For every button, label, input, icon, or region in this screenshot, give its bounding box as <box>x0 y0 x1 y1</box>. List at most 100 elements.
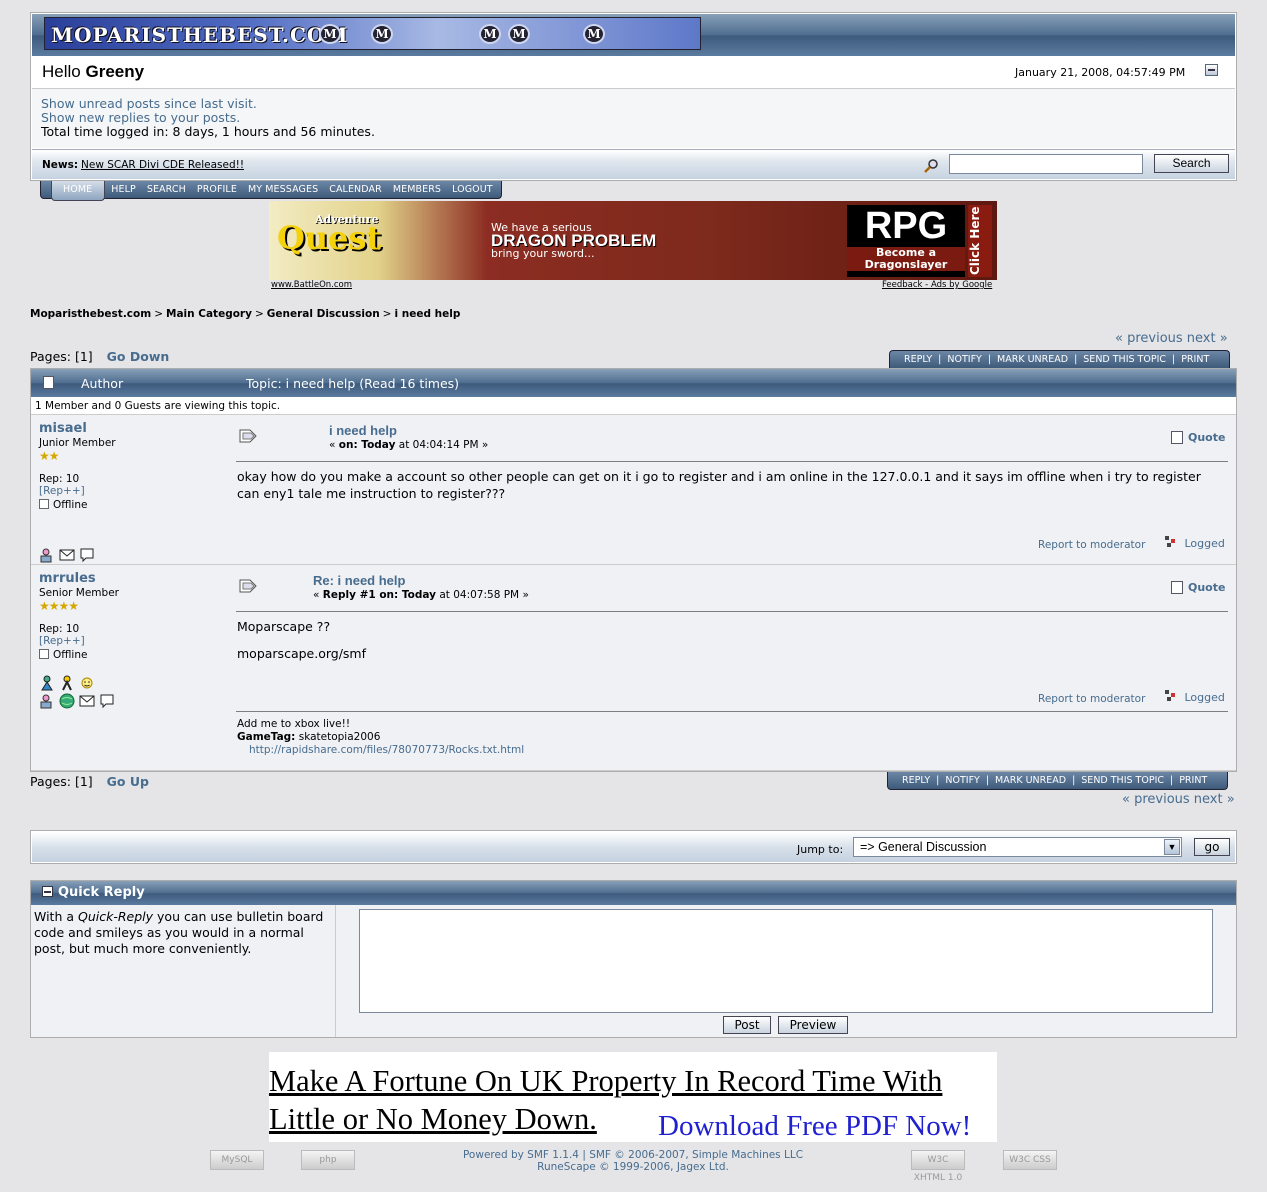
reply-button[interactable]: REPLY <box>898 351 938 368</box>
quote-button[interactable]: Quote <box>1171 431 1225 444</box>
post: mrrules Senior Member ★★★★ Rep: 10 [Rep+… <box>31 565 1236 771</box>
mopar-logo-icon: M <box>583 24 605 44</box>
ad-site-link[interactable]: www.BattleOn.com <box>271 280 352 290</box>
breadcrumb-board[interactable]: General Discussion <box>267 308 380 320</box>
notify-button[interactable]: NOTIFY <box>941 351 987 368</box>
poster-rep: Rep: 10 [Rep++] <box>39 473 85 497</box>
profile-icon[interactable] <box>39 547 55 563</box>
post-body-line: Moparscape ?? <box>237 619 331 634</box>
news-link[interactable]: New SCAR Divi CDE Released!! <box>81 159 244 171</box>
menu-my-messages[interactable]: MY MESSAGES <box>242 181 323 198</box>
mark-unread-button[interactable]: MARK UNREAD <box>991 351 1074 368</box>
prev-next-links-bottom[interactable]: « previous next » <box>1122 792 1235 807</box>
msn-icon[interactable] <box>39 675 55 691</box>
ad-rpg-title: RPG <box>864 205 948 247</box>
prev-next-links-top[interactable]: « previous next » <box>1115 331 1228 346</box>
search-button[interactable]: Search <box>1154 154 1229 173</box>
menu-logout[interactable]: LOGOUT <box>446 181 498 198</box>
quote-label: Quote <box>1188 581 1226 594</box>
post-body-line: moparscape.org/smf <box>237 646 367 661</box>
chevron-down-icon: ▼ <box>1164 839 1180 855</box>
menu-home[interactable]: HOME <box>51 181 106 201</box>
collapse-header-icon[interactable] <box>1205 64 1218 76</box>
yahoo-icon[interactable] <box>79 675 95 691</box>
greeting: Hello Greeny <box>42 62 144 82</box>
search-input[interactable] <box>949 154 1143 174</box>
email-icon[interactable] <box>79 693 95 709</box>
personal-message-icon[interactable] <box>99 693 115 709</box>
email-icon[interactable] <box>59 547 75 563</box>
menu-members[interactable]: MEMBERS <box>387 181 446 198</box>
aim-icon[interactable] <box>59 675 75 691</box>
property-ad[interactable]: Make A Fortune On UK Property In Record … <box>269 1052 997 1142</box>
jump-to-bar: Jump to: => General Discussion ▼ go <box>30 830 1237 864</box>
copyright-smf[interactable]: Powered by SMF 1.1.4 | SMF © 2006-2007, … <box>400 1149 866 1161</box>
quote-button[interactable]: Quote <box>1171 581 1225 594</box>
mark-unread-button[interactable]: MARK UNREAD <box>989 772 1072 789</box>
online-status: Offline <box>39 649 87 661</box>
xhtml-badge[interactable]: W3C XHTML 1.0 <box>911 1150 965 1183</box>
poster-name[interactable]: misael <box>39 421 87 436</box>
personal-message-icon[interactable] <box>79 547 95 563</box>
menu-profile[interactable]: PROFILE <box>191 181 242 198</box>
quick-reply-title: Quick Reply <box>58 885 145 900</box>
breadcrumb-category[interactable]: Main Category <box>166 308 252 320</box>
qr-desc-em: Quick-Reply <box>78 909 154 924</box>
poster-name[interactable]: mrrules <box>39 571 96 586</box>
post-divider <box>236 461 1228 462</box>
go-up-link[interactable]: Go Up <box>107 774 149 789</box>
new-replies-link[interactable]: Show new replies to your posts. <box>41 110 240 125</box>
website-globe-icon[interactable] <box>59 693 75 709</box>
post-subject-link[interactable]: Re: i need help <box>313 573 405 588</box>
breadcrumb-separator: > <box>382 308 392 320</box>
go-down-link[interactable]: Go Down <box>107 349 170 364</box>
css-badge[interactable]: W3C CSS <box>1003 1150 1057 1170</box>
php-badge[interactable]: php <box>301 1150 355 1170</box>
quote-icon <box>1171 431 1183 444</box>
rep-plus-link[interactable]: [Rep++] <box>39 485 85 497</box>
post-button[interactable]: Post <box>723 1016 771 1034</box>
site-logo[interactable]: MOPARISTHEBEST.COM M M M M M <box>44 17 701 50</box>
profile-icon[interactable] <box>39 693 55 709</box>
print-button[interactable]: PRINT <box>1175 351 1215 368</box>
menu-search[interactable]: SEARCH <box>141 181 191 198</box>
adventure-quest-ad[interactable]: Adventure Quest We have a serious DRAGON… <box>269 201 997 280</box>
ad-click-here[interactable]: Click Here <box>968 205 992 277</box>
breadcrumb-home[interactable]: Moparisthebest.com <box>30 308 151 320</box>
report-to-moderator-link[interactable]: Report to moderator <box>1038 539 1145 551</box>
ad-headline-line: Make A Fortune On UK Property In Record … <box>269 1064 943 1098</box>
post-body: okay how do you make a account so other … <box>237 469 1201 501</box>
ip-icon <box>1165 690 1175 701</box>
report-to-moderator-link[interactable]: Report to moderator <box>1038 693 1145 705</box>
preview-button[interactable]: Preview <box>778 1016 848 1034</box>
menu-help[interactable]: HELP <box>105 181 141 198</box>
search-icon <box>924 159 938 173</box>
notify-button[interactable]: NOTIFY <box>939 772 985 789</box>
pagination-bottom: Pages: [1] Go Up <box>30 774 149 789</box>
rep-value: Rep: 10 <box>39 473 80 485</box>
send-topic-button[interactable]: SEND THIS TOPIC <box>1075 772 1170 789</box>
rep-plus-link[interactable]: [Rep++] <box>39 635 85 647</box>
jump-to-select[interactable]: => General Discussion ▼ <box>853 837 1182 857</box>
date-bold: Reply #1 on: Today <box>322 589 436 601</box>
quick-reply-textarea[interactable] <box>359 909 1213 1013</box>
breadcrumb-topic[interactable]: i need help <box>394 308 460 320</box>
ad-feedback-link[interactable]: Feedback - Ads by Google <box>882 280 992 290</box>
topic-header: Author Topic: i need help (Read 16 times… <box>31 369 1236 397</box>
send-topic-button[interactable]: SEND THIS TOPIC <box>1077 351 1172 368</box>
ad-download-link[interactable]: Download Free PDF Now! <box>658 1110 971 1143</box>
jump-go-button[interactable]: go <box>1194 838 1230 856</box>
unread-posts-link[interactable]: Show unread posts since last visit. <box>41 96 257 111</box>
poster-icons <box>39 693 115 709</box>
print-button[interactable]: PRINT <box>1173 772 1213 789</box>
signature-link[interactable]: http://rapidshare.com/files/78070773/Roc… <box>249 744 524 756</box>
topic-subject: Topic: i need help (Read 16 times) <box>246 376 460 391</box>
date-prefix: « <box>313 589 323 601</box>
news-label: News: <box>42 159 79 171</box>
ip-icon <box>1165 536 1175 547</box>
post-subject-link[interactable]: i need help <box>329 423 397 438</box>
collapse-quick-reply-icon[interactable] <box>42 886 53 897</box>
menu-calendar[interactable]: CALENDAR <box>323 181 387 198</box>
mysql-badge[interactable]: MySQL <box>210 1150 264 1170</box>
reply-button[interactable]: REPLY <box>896 772 936 789</box>
